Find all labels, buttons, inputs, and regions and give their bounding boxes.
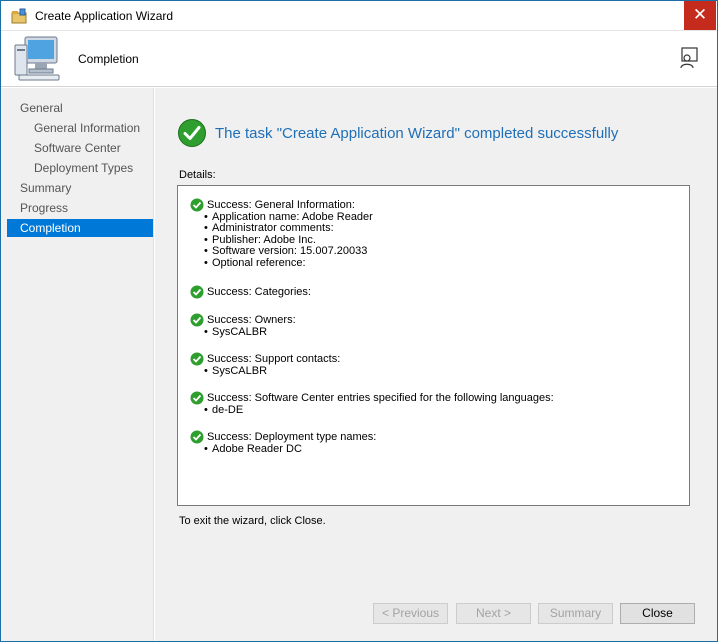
entry-item: Optional reference: — [190, 257, 373, 270]
entry-item: Adobe Reader DC — [190, 443, 376, 456]
details-entry: Success: Categories: — [190, 285, 311, 299]
entry-heading: Success: Categories: — [207, 286, 311, 298]
completion-heading: The task "Create Application Wizard" com… — [215, 125, 619, 142]
title-bar: Create Application Wizard ✕ — [1, 1, 717, 31]
check-icon — [190, 313, 204, 327]
wizard-app-icon — [11, 8, 27, 24]
page-title: Completion — [78, 52, 139, 66]
wizard-window: Create Application Wizard ✕ Completion G… — [0, 0, 718, 642]
summary-button[interactable]: Summary — [538, 603, 613, 624]
wizard-steps-sidebar: General General Information Software Cen… — [1, 88, 154, 641]
nav-item-progress: Progress — [20, 201, 69, 215]
entry-item: Software version: 15.007.20033 — [190, 245, 373, 258]
entry-item: SysCALBR — [190, 365, 340, 378]
entry-heading: Success: Deployment type names: — [207, 431, 377, 443]
details-entry: Success: General Information: Applicatio… — [190, 198, 373, 270]
details-entry: Success: Software Center entries specifi… — [190, 391, 554, 417]
details-label: Details: — [179, 169, 216, 181]
exit-instructions: To exit the wizard, click Close. — [179, 515, 326, 527]
previous-button[interactable]: < Previous — [373, 603, 448, 624]
check-icon — [190, 285, 204, 299]
entry-heading: Success: Owners: — [207, 314, 296, 326]
details-entry: Success: Owners: SysCALBR — [190, 313, 296, 339]
close-button[interactable]: Close — [620, 603, 695, 624]
check-circle-icon — [178, 119, 206, 147]
details-box: Success: General Information: Applicatio… — [177, 185, 690, 506]
details-entry: Success: Deployment type names: Adobe Re… — [190, 430, 377, 456]
entry-heading: Success: Support contacts: — [207, 353, 341, 365]
entry-item: Administrator comments: — [190, 222, 373, 235]
nav-item-general-information: General Information — [34, 121, 141, 135]
check-icon — [190, 391, 204, 405]
nav-item-summary: Summary — [20, 181, 72, 195]
check-icon — [190, 352, 204, 366]
next-button[interactable]: Next > — [456, 603, 531, 624]
wizard-header: Completion — [1, 31, 717, 87]
window-title: Create Application Wizard — [35, 9, 174, 23]
entry-item: de-DE — [190, 404, 554, 417]
main-panel: The task "Create Application Wizard" com… — [155, 88, 717, 641]
check-icon — [190, 198, 204, 212]
check-icon — [190, 430, 204, 444]
nav-item-completion: Completion — [7, 219, 153, 237]
entry-heading: Success: Software Center entries specifi… — [207, 392, 554, 404]
computer-icon — [14, 36, 60, 81]
entry-item: SysCALBR — [190, 326, 296, 339]
details-entry: Success: Support contacts: SysCALBR — [190, 352, 341, 378]
entry-heading: Success: General Information: — [207, 199, 355, 211]
close-window-button[interactable]: ✕ — [684, 1, 716, 30]
nav-item-software-center: Software Center — [34, 141, 121, 155]
nav-item-deployment-types: Deployment Types — [34, 161, 134, 175]
nav-item-general: General — [20, 101, 63, 115]
help-icon[interactable] — [679, 47, 699, 69]
